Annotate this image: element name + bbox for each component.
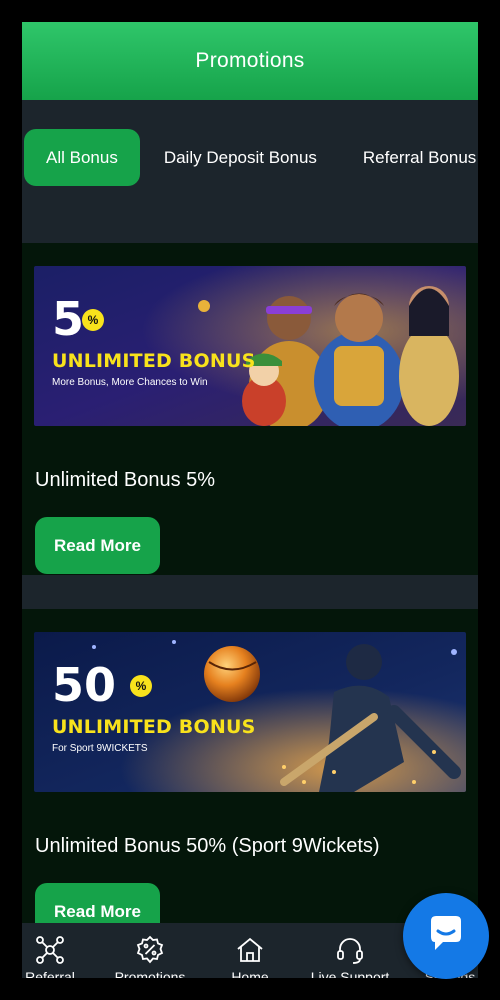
banner-artwork <box>34 632 466 792</box>
nav-item-live-support[interactable]: Live Support <box>302 923 398 978</box>
device-frame: Promotions All Bonus Daily Deposit Bonus… <box>0 0 500 1000</box>
headset-icon <box>335 935 365 965</box>
promotion-banner[interactable]: 50 % UNLIMITED BONUS For Sport 9WICKETS <box>34 632 466 792</box>
tab-referral-bonus[interactable]: Referral Bonus <box>341 129 478 186</box>
card-divider <box>22 575 478 609</box>
nav-label: Home <box>231 969 269 978</box>
nav-label: Promotions <box>114 969 186 978</box>
promotion-card: 5 % UNLIMITED BONUS More Bonus, More Cha… <box>22 243 478 575</box>
nav-label: Referral <box>25 969 75 978</box>
banner-artwork <box>34 266 466 426</box>
chat-bubble-icon <box>423 911 469 962</box>
promotion-tabs: All Bonus Daily Deposit Bonus Referral B… <box>24 129 478 186</box>
promotion-tabs-bar: All Bonus Daily Deposit Bonus Referral B… <box>22 100 478 243</box>
nav-item-promotions[interactable]: Promotions <box>102 923 198 978</box>
page-header: Promotions <box>22 22 478 100</box>
tab-label: Referral Bonus <box>362 147 477 167</box>
tab-all-bonus[interactable]: All Bonus <box>24 129 140 186</box>
nav-label: Live Support <box>310 969 390 978</box>
referral-network-icon <box>35 935 65 965</box>
nav-item-referral[interactable]: Referral <box>22 923 98 978</box>
home-icon <box>235 935 265 965</box>
promotions-percent-icon <box>135 935 165 965</box>
live-chat-button[interactable] <box>403 893 489 979</box>
app-screen: Promotions All Bonus Daily Deposit Bonus… <box>22 22 478 978</box>
banner-percent-value: 50 <box>52 658 117 712</box>
promotion-title: Unlimited Bonus 5% <box>35 469 216 491</box>
banner-headline: UNLIMITED BONUS <box>52 350 256 372</box>
promotion-title: Unlimited Bonus 50% (Sport 9Wickets) <box>35 835 380 857</box>
banner-subline: More Bonus, More Chances to Win <box>52 377 208 388</box>
promotion-banner[interactable]: 5 % UNLIMITED BONUS More Bonus, More Cha… <box>34 266 466 426</box>
page-title: Promotions <box>195 49 305 72</box>
tab-label: All Bonus <box>46 147 118 167</box>
banner-percent-badge: % <box>130 675 152 697</box>
banner-percent-badge: % <box>82 309 104 331</box>
banner-subline: For Sport 9WICKETS <box>52 743 148 754</box>
nav-item-home[interactable]: Home <box>202 923 298 978</box>
tab-daily-deposit-bonus[interactable]: Daily Deposit Bonus <box>142 129 339 186</box>
read-more-button[interactable]: Read More <box>35 517 160 574</box>
tab-label: Daily Deposit Bonus <box>163 147 317 167</box>
banner-percent-value: 5 <box>52 292 85 346</box>
banner-headline: UNLIMITED BONUS <box>52 716 256 738</box>
promotion-card: 50 % UNLIMITED BONUS For Sport 9WICKETS … <box>22 609 478 940</box>
